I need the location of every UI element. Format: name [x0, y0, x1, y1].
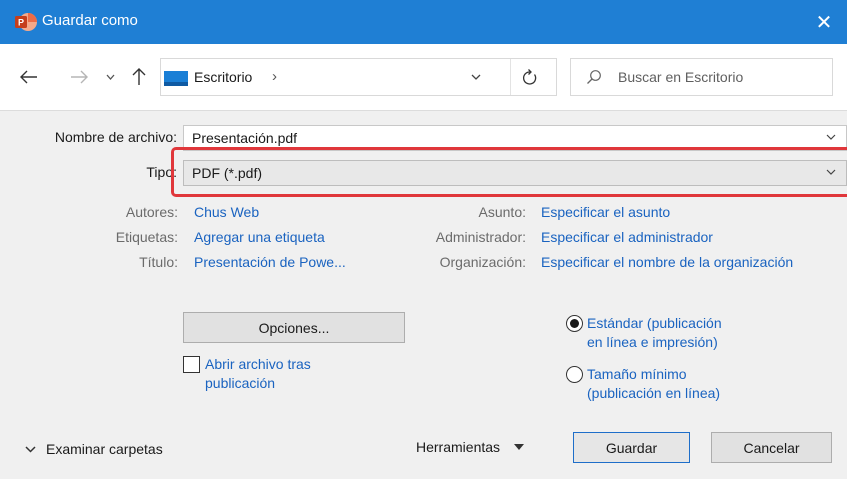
organization-value[interactable]: Especificar el nombre de la organización: [541, 254, 793, 270]
up-arrow-icon: [132, 68, 146, 85]
tags-value[interactable]: Agregar una etiqueta: [194, 229, 325, 245]
close-button[interactable]: ✕: [801, 0, 847, 44]
open-after-publish-line1: Abrir archivo tras: [205, 356, 311, 372]
standard-radio[interactable]: [566, 315, 583, 332]
breadcrumb-separator-icon[interactable]: ›: [272, 68, 277, 85]
standard-line1: Estándar (publicación: [587, 315, 722, 331]
up-button[interactable]: [128, 66, 150, 88]
manager-label: Administrador:: [435, 229, 526, 245]
chevron-down-icon: [471, 74, 481, 80]
close-icon: ✕: [815, 11, 833, 34]
authors-label: Autores:: [125, 204, 178, 220]
filename-value[interactable]: Presentación.pdf: [192, 130, 297, 146]
tools-label: Herramientas: [416, 439, 501, 455]
forward-arrow-icon: [71, 70, 88, 84]
minimum-line1: Tamaño mínimo: [587, 366, 687, 382]
refresh-button[interactable]: [519, 67, 541, 89]
save-button[interactable]: Guardar: [573, 432, 690, 463]
radio-selected-dot: [570, 319, 579, 328]
subject-value[interactable]: Especificar el asunto: [541, 204, 670, 220]
manager-value[interactable]: Especificar el administrador: [541, 229, 713, 245]
standard-radio-label[interactable]: Estándar (publicación en línea e impresi…: [587, 314, 787, 352]
address-divider: [510, 59, 511, 95]
file-type-highlight: [171, 147, 847, 197]
open-after-publish-line2: publicación: [205, 375, 276, 391]
svg-text:P: P: [18, 18, 24, 28]
options-button[interactable]: Opciones...: [183, 312, 405, 343]
browse-folders-label: Examinar carpetas: [46, 441, 163, 457]
tools-menu[interactable]: Herramientas: [416, 439, 525, 455]
organization-label: Organización:: [439, 254, 526, 270]
title-value[interactable]: Presentación de Powe...: [194, 254, 346, 270]
address-dropdown-button[interactable]: [471, 69, 481, 83]
open-after-publish-label[interactable]: Abrir archivo tras publicación: [205, 355, 355, 393]
title-bar: P Guardar como ✕: [0, 0, 847, 44]
address-path[interactable]: Escritorio: [194, 69, 252, 85]
minimum-size-radio-label[interactable]: Tamaño mínimo (publicación en línea): [587, 365, 787, 403]
back-arrow-icon: [20, 70, 37, 84]
forward-button[interactable]: [68, 67, 90, 87]
subject-label: Asunto:: [478, 204, 526, 220]
open-after-publish-checkbox[interactable]: [183, 356, 200, 373]
minimum-line2: (publicación en línea): [587, 385, 721, 401]
search-input[interactable]: Buscar en Escritorio: [570, 58, 833, 96]
filename-dropdown[interactable]: [826, 131, 836, 143]
caret-down-icon: [514, 444, 525, 450]
filename-label: Nombre de archivo:: [54, 129, 177, 145]
powerpoint-icon: P: [15, 13, 37, 31]
address-bar[interactable]: Escritorio ›: [160, 58, 557, 96]
minimum-size-radio[interactable]: [566, 366, 583, 383]
search-icon: [587, 70, 601, 84]
back-button[interactable]: [18, 67, 40, 87]
authors-value[interactable]: Chus Web: [194, 204, 259, 220]
chevron-down-icon: [826, 134, 836, 140]
tags-label: Etiquetas:: [115, 229, 178, 245]
search-placeholder: Buscar en Escritorio: [618, 69, 744, 85]
browse-folders-toggle[interactable]: Examinar carpetas: [25, 441, 163, 457]
window-title: Guardar como: [42, 12, 138, 29]
desktop-folder-icon: [164, 71, 188, 86]
save-options-panel: Nombre de archivo: Presentación.pdf Tipo…: [0, 110, 847, 479]
chevron-down-icon: [25, 445, 36, 453]
cancel-button[interactable]: Cancelar: [711, 432, 832, 463]
refresh-icon: [522, 69, 537, 85]
type-label: Tipo:: [146, 164, 177, 180]
recent-locations-button[interactable]: [103, 69, 117, 85]
title-label: Título:: [139, 254, 178, 270]
navigation-bar: Escritorio › Buscar en Escritorio: [0, 44, 847, 110]
standard-line2: en línea e impresión): [587, 334, 718, 350]
chevron-down-icon: [106, 74, 114, 80]
